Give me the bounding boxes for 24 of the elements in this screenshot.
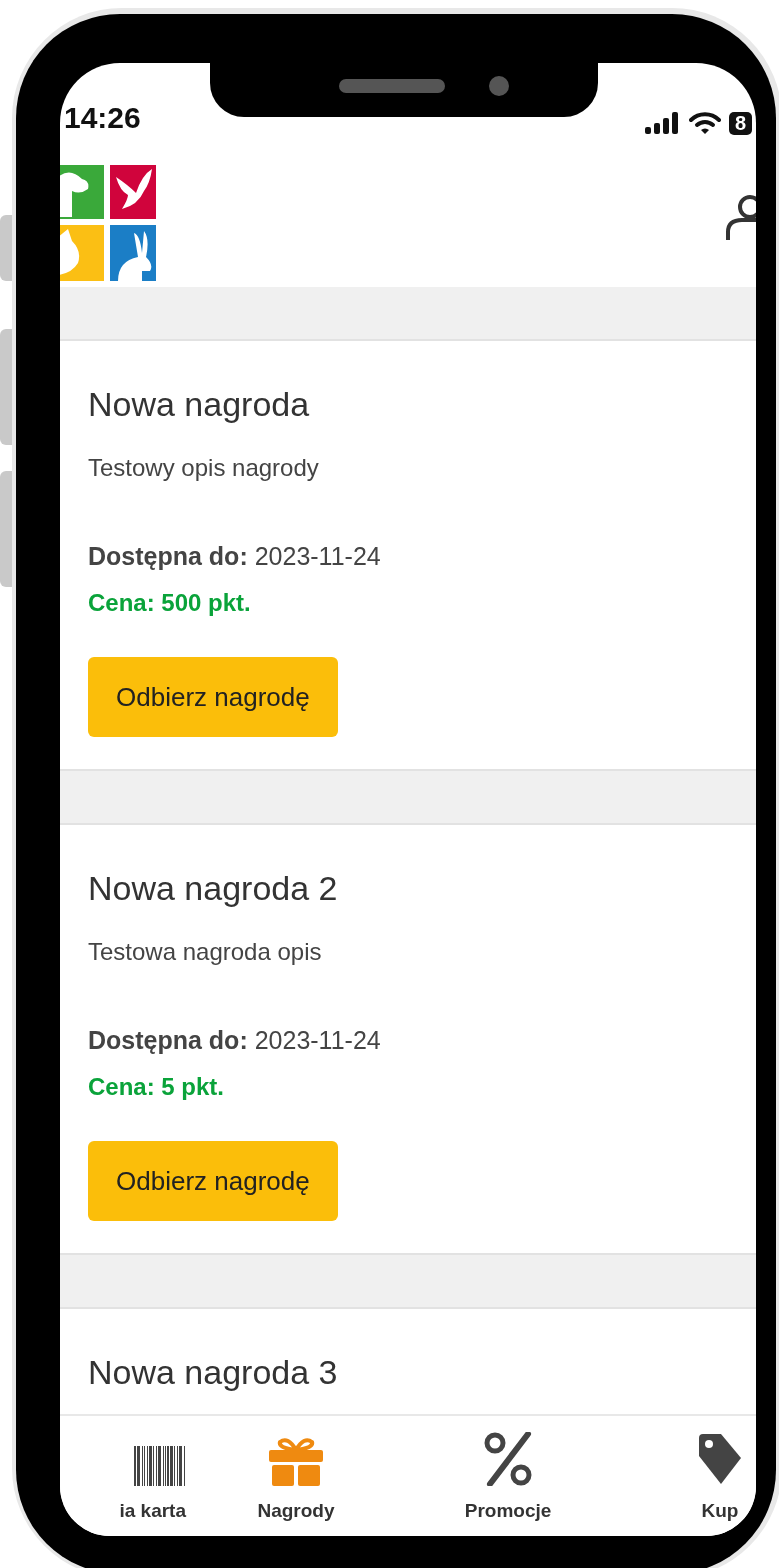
percent-icon <box>484 1432 532 1486</box>
signal-icon <box>644 112 681 134</box>
availability-text: Dostępna do: 2023-11-24 <box>88 1026 382 1055</box>
reward-title: Nowa nagroda <box>88 385 311 424</box>
barcode-icon <box>134 1446 186 1486</box>
reward-price: Cena: 5 pkt. <box>88 1073 226 1101</box>
tab-item[interactable]: Promocje <box>402 1416 614 1536</box>
user-icon[interactable] <box>726 194 756 242</box>
tab-item[interactable]: ia karta <box>60 1416 190 1536</box>
reward-description: Testowa nagroda opis <box>88 938 323 966</box>
claim-reward-button[interactable]: Odbierz nagrodę <box>88 1141 338 1221</box>
reward-title: Nowa nagroda 2 <box>88 869 339 908</box>
tab-item[interactable]: Kup <box>614 1416 756 1536</box>
wifi-icon <box>688 111 721 135</box>
reward-price: Cena: 500 pkt. <box>88 589 252 617</box>
tag-icon <box>697 1432 743 1486</box>
availability-text: Dostępna do: 2023-11-24 <box>88 542 382 571</box>
reward-title: Nowa nagroda 3 <box>88 1353 339 1392</box>
tab-item[interactable]: Nagrody <box>190 1416 402 1536</box>
status-time: 14:26 <box>64 101 141 135</box>
gift-icon <box>269 1438 323 1486</box>
reward-description: Testowy opis nagrody <box>88 454 320 482</box>
claim-reward-button[interactable]: Odbierz nagrodę <box>88 657 338 737</box>
battery-indicator: 8 <box>728 111 752 135</box>
